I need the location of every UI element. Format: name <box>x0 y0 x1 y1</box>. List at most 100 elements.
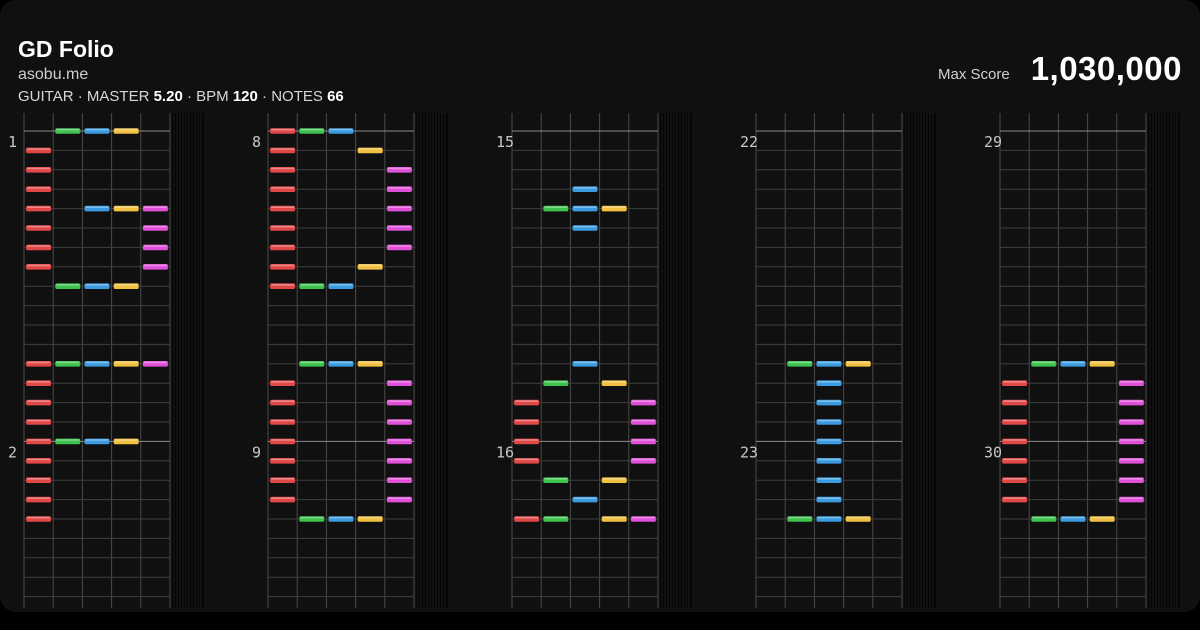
note-highlight <box>358 148 382 150</box>
note-highlight <box>329 361 353 364</box>
note-highlight <box>85 361 109 364</box>
note-highlight <box>114 128 138 131</box>
note-highlight <box>387 458 411 461</box>
note-highlight <box>271 439 295 441</box>
note-highlight <box>602 516 626 519</box>
note-highlight <box>27 167 51 170</box>
note-highlight <box>387 419 411 422</box>
note-highlight <box>817 497 841 499</box>
note-highlight <box>56 439 80 441</box>
note-highlight <box>27 381 51 383</box>
note-highlight <box>1119 458 1143 461</box>
difficulty-value: 5.20 <box>153 88 183 105</box>
note-highlight <box>114 206 138 208</box>
note-highlight <box>515 458 539 461</box>
measure-number: 23 <box>740 443 758 461</box>
note-highlight <box>602 381 626 383</box>
note-highlight <box>1032 516 1056 519</box>
note-highlight <box>114 439 138 441</box>
note-highlight <box>271 206 295 208</box>
note-highlight <box>114 284 138 286</box>
measure-number: 16 <box>496 443 514 461</box>
note-highlight <box>358 516 382 519</box>
note-highlight <box>27 419 51 422</box>
note-highlight <box>387 245 411 247</box>
note-highlight <box>271 458 295 461</box>
note-highlight <box>271 167 295 170</box>
note-highlight <box>143 245 167 247</box>
note-highlight <box>358 361 382 364</box>
notes-value: 66 <box>327 88 344 105</box>
note-highlight <box>515 419 539 422</box>
note-highlight <box>1003 478 1027 480</box>
note-highlight <box>846 361 870 364</box>
meta-separator: · <box>257 88 272 105</box>
note-highlight <box>817 516 841 519</box>
note-highlight <box>27 516 51 519</box>
max-score-label: Max Score <box>938 66 1010 83</box>
note-highlight <box>300 284 324 286</box>
note-highlight <box>300 128 324 131</box>
note-highlight <box>300 516 324 519</box>
note-highlight <box>1119 497 1143 499</box>
note-highlight <box>85 206 109 208</box>
note-highlight <box>515 439 539 441</box>
measure-number: 29 <box>984 133 1002 151</box>
note-highlight <box>329 128 353 131</box>
note-highlight <box>27 187 51 189</box>
note-highlight <box>27 458 51 461</box>
note-highlight <box>271 381 295 383</box>
note-highlight <box>271 497 295 499</box>
note-highlight <box>271 225 295 228</box>
note-highlight <box>143 206 167 208</box>
note-highlight <box>271 478 295 480</box>
note-highlight <box>1003 497 1027 499</box>
note-highlight <box>329 516 353 519</box>
note-highlight <box>85 439 109 441</box>
note-highlight <box>27 400 51 402</box>
note-highlight <box>56 284 80 286</box>
note-highlight <box>271 400 295 402</box>
note-highlight <box>631 419 655 422</box>
note-highlight <box>1119 439 1143 441</box>
note-highlight <box>271 245 295 247</box>
note-highlight <box>573 187 597 189</box>
note-highlight <box>27 206 51 208</box>
note-highlight <box>544 478 568 480</box>
note-highlight <box>817 361 841 364</box>
note-highlight <box>846 516 870 519</box>
note-highlight <box>271 148 295 150</box>
note-highlight <box>387 206 411 208</box>
note-highlight <box>544 381 568 383</box>
note-highlight <box>27 361 51 364</box>
note-highlight <box>27 478 51 480</box>
note-highlight <box>27 497 51 499</box>
note-highlight <box>817 439 841 441</box>
meta-separator: · <box>73 88 87 105</box>
difficulty-label: MASTER <box>86 88 150 105</box>
note-highlight <box>387 478 411 480</box>
note-highlight <box>271 187 295 189</box>
note-highlight <box>544 206 568 208</box>
note-highlight <box>27 148 51 150</box>
note-highlight <box>573 225 597 228</box>
note-highlight <box>27 245 51 247</box>
note-highlight <box>817 419 841 422</box>
note-highlight <box>1003 458 1027 461</box>
note-highlight <box>544 516 568 519</box>
note-highlight <box>387 381 411 383</box>
note-highlight <box>1090 361 1114 364</box>
note-highlight <box>602 206 626 208</box>
note-highlight <box>358 264 382 267</box>
bpm-value: 120 <box>232 88 258 105</box>
note-highlight <box>271 419 295 422</box>
note-highlight <box>27 264 51 267</box>
note-highlight <box>329 284 353 286</box>
note-highlight <box>271 284 295 286</box>
note-highlight <box>387 400 411 402</box>
note-highlight <box>573 206 597 208</box>
note-highlight <box>27 225 51 228</box>
note-highlight <box>387 439 411 441</box>
site-name: asobu.me <box>18 66 89 83</box>
note-highlight <box>631 400 655 402</box>
